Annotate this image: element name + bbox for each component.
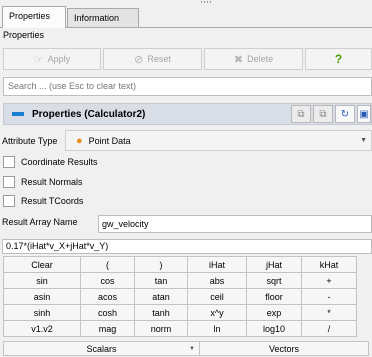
result-normals-checkbox[interactable]: Result Normals [3, 176, 83, 188]
point-data-icon: ● [76, 134, 83, 147]
calculator-key[interactable]: ln [187, 320, 247, 337]
collapse-icon[interactable] [12, 112, 24, 116]
calculator-key[interactable]: + [301, 272, 357, 289]
result-tcoords-checkbox[interactable]: Result TCoords [3, 195, 83, 207]
scalars-label: Scalars [86, 343, 117, 354]
result-array-name-input[interactable]: gw_velocity [98, 215, 372, 233]
calculator-key[interactable]: kHat [301, 256, 357, 273]
copy-icon[interactable]: ⧉ [291, 105, 311, 123]
attribute-type-value: Point Data [88, 135, 131, 146]
property-toolbar: ☞ Apply ⊘ Reset ✖ Delete ? [3, 48, 372, 70]
expression-input[interactable]: 0.17*(iHat*v_X+jHat*v_Y) [2, 239, 372, 254]
checkbox-box[interactable] [3, 156, 15, 168]
scalars-dropdown[interactable]: Scalars ▼ [3, 341, 200, 356]
reset-button[interactable]: ⊘ Reset [103, 48, 202, 70]
apply-label: Apply [47, 54, 71, 64]
chevron-down-icon: ▼ [189, 345, 195, 352]
calculator-key[interactable]: sinh [3, 304, 81, 321]
coordinate-results-checkbox[interactable]: Coordinate Results [3, 156, 98, 168]
calculator-key[interactable]: tanh [134, 304, 188, 321]
header-actions: ⧉ ⧉ ↻ ▣ [291, 105, 371, 123]
calculator-key[interactable]: ceil [187, 288, 247, 305]
calculator-key[interactable]: v1.v2 [3, 320, 81, 337]
vectors-label: Vectors [268, 343, 299, 354]
delete-label: Delete [247, 54, 274, 64]
calculator-key[interactable]: Clear [3, 256, 81, 273]
calculator-key[interactable]: acos [80, 288, 135, 305]
apply-icon: ☞ [33, 53, 44, 66]
calculator-key[interactable]: cosh [80, 304, 135, 321]
paste-icon[interactable]: ⧉ [313, 105, 333, 123]
refresh-icon[interactable]: ↻ [335, 105, 355, 123]
apply-button[interactable]: ☞ Apply [3, 48, 101, 70]
attribute-type-label: Attribute Type [2, 136, 58, 146]
calculator-key[interactable]: abs [187, 272, 247, 289]
calculator-key[interactable]: floor [246, 288, 302, 305]
calculator-key[interactable]: ( [80, 256, 135, 273]
checkbox-label: Result Normals [21, 177, 83, 187]
calculator-key[interactable]: sqrt [246, 272, 302, 289]
array-dropdowns: Scalars ▼ Vectors [3, 341, 369, 356]
calculator-key[interactable]: atan [134, 288, 188, 305]
calculator-key[interactable]: * [301, 304, 357, 321]
calculator-key[interactable]: tan [134, 272, 188, 289]
calculator-key[interactable]: asin [3, 288, 81, 305]
calculator-key[interactable]: exp [246, 304, 302, 321]
properties-section-header[interactable]: Properties (Calculator2) ⧉ ⧉ ↻ ▣ [3, 103, 372, 125]
checkbox-box[interactable] [3, 195, 15, 207]
tab-properties[interactable]: Properties [2, 6, 66, 28]
calculator-key[interactable]: - [301, 288, 357, 305]
search-input[interactable]: Search ... (use Esc to clear text) [3, 77, 372, 96]
calculator-key[interactable]: / [301, 320, 357, 337]
calculator-key[interactable]: x^y [187, 304, 247, 321]
checkbox-label: Result TCoords [21, 196, 84, 206]
calculator-keypad: Clear() iHat jHat kHat sin cos tan abs sqrt + asin… [3, 256, 357, 337]
delete-button[interactable]: ✖ Delete [204, 48, 303, 70]
reset-icon: ⊘ [134, 53, 144, 66]
chevron-down-icon: ▼ [360, 137, 367, 144]
section-title: Properties [3, 30, 45, 40]
dock-drag-handle[interactable] [201, 1, 213, 3]
checkbox-box[interactable] [3, 176, 15, 188]
reset-label: Reset [147, 54, 171, 64]
checkbox-label: Coordinate Results [21, 157, 98, 167]
calculator-key[interactable]: ) [134, 256, 188, 273]
calculator-key[interactable]: mag [80, 320, 135, 337]
attribute-type-select[interactable]: ● Point Data ▼ [65, 130, 372, 151]
calculator-key[interactable]: cos [80, 272, 135, 289]
vectors-dropdown[interactable]: Vectors [199, 341, 369, 356]
tab-bar: Properties Information [0, 5, 372, 28]
help-button[interactable]: ? [305, 48, 372, 70]
calculator-key[interactable]: iHat [187, 256, 247, 273]
result-array-name-label: Result Array Name [2, 217, 78, 227]
save-icon[interactable]: ▣ [357, 105, 371, 123]
properties-title: Properties (Calculator2) [32, 108, 146, 120]
calculator-key[interactable]: jHat [246, 256, 302, 273]
calculator-key[interactable]: norm [134, 320, 188, 337]
calculator-key[interactable]: log10 [246, 320, 302, 337]
tab-information[interactable]: Information [67, 8, 139, 27]
calculator-key[interactable]: sin [3, 272, 81, 289]
delete-icon: ✖ [233, 53, 244, 66]
